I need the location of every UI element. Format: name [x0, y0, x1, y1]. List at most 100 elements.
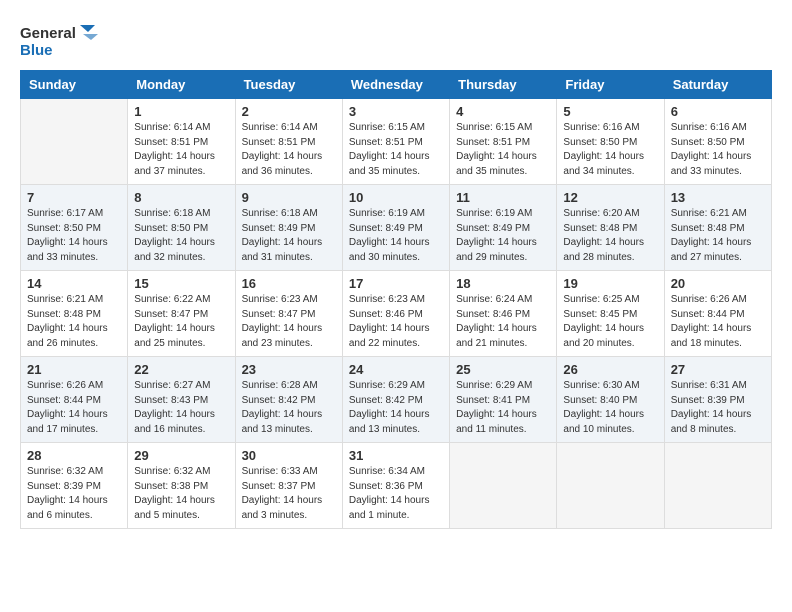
svg-text:General: General — [20, 25, 76, 42]
table-row: 19 Sunrise: 6:25 AMSunset: 8:45 PMDayligh… — [557, 271, 664, 357]
day-info: Sunrise: 6:14 AMSunset: 8:51 PMDaylight:… — [134, 121, 228, 179]
table-row: 29 Sunrise: 6:32 AMSunset: 8:38 PMDayligh… — [128, 443, 235, 529]
day-number: 13 — [671, 190, 765, 205]
day-info: Sunrise: 6:22 AMSunset: 8:47 PMDaylight:… — [134, 293, 228, 351]
day-number: 25 — [456, 362, 550, 377]
day-number: 24 — [349, 362, 443, 377]
table-row: 24 Sunrise: 6:29 AMSunset: 8:42 PMDayligh… — [342, 357, 449, 443]
day-info: Sunrise: 6:26 AMSunset: 8:44 PMDaylight:… — [27, 379, 121, 437]
day-info: Sunrise: 6:21 AMSunset: 8:48 PMDaylight:… — [27, 293, 121, 351]
calendar-table: SundayMondayTuesdayWednesdayThursdayFrid… — [20, 70, 772, 529]
day-number: 19 — [563, 276, 657, 291]
table-row: 1 Sunrise: 6:14 AMSunset: 8:51 PMDaylight… — [128, 99, 235, 185]
header: GeneralBlue — [20, 20, 772, 60]
table-row: 10 Sunrise: 6:19 AMSunset: 8:49 PMDayligh… — [342, 185, 449, 271]
table-row: 15 Sunrise: 6:22 AMSunset: 8:47 PMDayligh… — [128, 271, 235, 357]
day-number: 10 — [349, 190, 443, 205]
table-row: 23Sunrise: 6:28 AMSunset: 8:42 PMDayligh… — [235, 357, 342, 443]
day-number: 27 — [671, 362, 765, 377]
day-info: Sunrise: 6:26 AMSunset: 8:44 PMDaylight:… — [671, 293, 765, 351]
logo: GeneralBlue — [20, 20, 100, 60]
day-number: 29 — [134, 448, 228, 463]
table-row: 17Sunrise: 6:23 AMSunset: 8:46 PMDayligh… — [342, 271, 449, 357]
day-info: Sunrise: 6:30 AMSunset: 8:40 PMDaylight:… — [563, 379, 657, 437]
calendar-week-3: 14Sunrise: 6:21 AMSunset: 8:48 PMDayligh… — [21, 271, 772, 357]
day-info: Sunrise: 6:20 AMSunset: 8:48 PMDaylight:… — [563, 207, 657, 265]
table-row — [664, 443, 771, 529]
weekday-header-friday: Friday — [557, 71, 664, 99]
day-info: Sunrise: 6:21 AMSunset: 8:48 PMDaylight:… — [671, 207, 765, 265]
table-row — [450, 443, 557, 529]
day-number: 3 — [349, 104, 443, 119]
day-info: Sunrise: 6:16 AMSunset: 8:50 PMDaylight:… — [671, 121, 765, 179]
day-number: 12 — [563, 190, 657, 205]
table-row: 27 Sunrise: 6:31 AMSunset: 8:39 PMDayligh… — [664, 357, 771, 443]
weekday-header-sunday: Sunday — [21, 71, 128, 99]
day-number: 15 — [134, 276, 228, 291]
day-info: Sunrise: 6:29 AMSunset: 8:42 PMDaylight:… — [349, 379, 443, 437]
day-info: Sunrise: 6:18 AMSunset: 8:49 PMDaylight:… — [242, 207, 336, 265]
day-info: Sunrise: 6:32 AMSunset: 8:39 PMDaylight:… — [27, 465, 121, 523]
table-row: 30 Sunrise: 6:33 AMSunset: 8:37 PMDayligh… — [235, 443, 342, 529]
table-row: 3 Sunrise: 6:15 AMSunset: 8:51 PMDaylight… — [342, 99, 449, 185]
table-row: 8 Sunrise: 6:18 AMSunset: 8:50 PMDaylight… — [128, 185, 235, 271]
day-number: 11 — [456, 190, 550, 205]
weekday-header-saturday: Saturday — [664, 71, 771, 99]
day-info: Sunrise: 6:18 AMSunset: 8:50 PMDaylight:… — [134, 207, 228, 265]
table-row: 26Sunrise: 6:30 AMSunset: 8:40 PMDayligh… — [557, 357, 664, 443]
day-info: Sunrise: 6:17 AMSunset: 8:50 PMDaylight:… — [27, 207, 121, 265]
day-info: Sunrise: 6:25 AMSunset: 8:45 PMDaylight:… — [563, 293, 657, 351]
day-info: Sunrise: 6:33 AMSunset: 8:37 PMDaylight:… — [242, 465, 336, 523]
day-number: 21 — [27, 362, 121, 377]
day-info: Sunrise: 6:19 AMSunset: 8:49 PMDaylight:… — [349, 207, 443, 265]
table-row: 7 Sunrise: 6:17 AMSunset: 8:50 PMDaylight… — [21, 185, 128, 271]
logo-svg: GeneralBlue — [20, 20, 100, 60]
day-info: Sunrise: 6:23 AMSunset: 8:47 PMDaylight:… — [242, 293, 336, 351]
day-number: 30 — [242, 448, 336, 463]
table-row: 16 Sunrise: 6:23 AMSunset: 8:47 PMDayligh… — [235, 271, 342, 357]
table-row — [21, 99, 128, 185]
calendar-week-2: 7 Sunrise: 6:17 AMSunset: 8:50 PMDaylight… — [21, 185, 772, 271]
day-number: 8 — [134, 190, 228, 205]
day-info: Sunrise: 6:23 AMSunset: 8:46 PMDaylight:… — [349, 293, 443, 351]
day-info: Sunrise: 6:19 AMSunset: 8:49 PMDaylight:… — [456, 207, 550, 265]
day-number: 16 — [242, 276, 336, 291]
table-row: 14Sunrise: 6:21 AMSunset: 8:48 PMDayligh… — [21, 271, 128, 357]
day-info: Sunrise: 6:32 AMSunset: 8:38 PMDaylight:… — [134, 465, 228, 523]
day-info: Sunrise: 6:27 AMSunset: 8:43 PMDaylight:… — [134, 379, 228, 437]
day-info: Sunrise: 6:29 AMSunset: 8:41 PMDaylight:… — [456, 379, 550, 437]
day-info: Sunrise: 6:34 AMSunset: 8:36 PMDaylight:… — [349, 465, 443, 523]
day-number: 1 — [134, 104, 228, 119]
weekday-header-tuesday: Tuesday — [235, 71, 342, 99]
day-info: Sunrise: 6:15 AMSunset: 8:51 PMDaylight:… — [349, 121, 443, 179]
day-info: Sunrise: 6:14 AMSunset: 8:51 PMDaylight:… — [242, 121, 336, 179]
svg-text:Blue: Blue — [20, 42, 53, 59]
day-number: 18 — [456, 276, 550, 291]
day-number: 9 — [242, 190, 336, 205]
day-number: 31 — [349, 448, 443, 463]
table-row: 2Sunrise: 6:14 AMSunset: 8:51 PMDaylight… — [235, 99, 342, 185]
table-row: 28Sunrise: 6:32 AMSunset: 8:39 PMDayligh… — [21, 443, 128, 529]
table-row: 21 Sunrise: 6:26 AMSunset: 8:44 PMDayligh… — [21, 357, 128, 443]
calendar-week-4: 21 Sunrise: 6:26 AMSunset: 8:44 PMDayligh… — [21, 357, 772, 443]
calendar-week-1: 1 Sunrise: 6:14 AMSunset: 8:51 PMDaylight… — [21, 99, 772, 185]
table-row: 6 Sunrise: 6:16 AMSunset: 8:50 PMDaylight… — [664, 99, 771, 185]
table-row: 11 Sunrise: 6:19 AMSunset: 8:49 PMDayligh… — [450, 185, 557, 271]
table-row: 25 Sunrise: 6:29 AMSunset: 8:41 PMDayligh… — [450, 357, 557, 443]
table-row: 18Sunrise: 6:24 AMSunset: 8:46 PMDayligh… — [450, 271, 557, 357]
day-number: 5 — [563, 104, 657, 119]
weekday-header-wednesday: Wednesday — [342, 71, 449, 99]
table-row: 9 Sunrise: 6:18 AMSunset: 8:49 PMDaylight… — [235, 185, 342, 271]
day-number: 7 — [27, 190, 121, 205]
day-info: Sunrise: 6:31 AMSunset: 8:39 PMDaylight:… — [671, 379, 765, 437]
day-number: 6 — [671, 104, 765, 119]
weekday-header-thursday: Thursday — [450, 71, 557, 99]
table-row: 5Sunrise: 6:16 AMSunset: 8:50 PMDaylight… — [557, 99, 664, 185]
day-number: 23 — [242, 362, 336, 377]
table-row: 12 Sunrise: 6:20 AMSunset: 8:48 PMDayligh… — [557, 185, 664, 271]
day-number: 20 — [671, 276, 765, 291]
table-row: 31 Sunrise: 6:34 AMSunset: 8:36 PMDayligh… — [342, 443, 449, 529]
day-info: Sunrise: 6:15 AMSunset: 8:51 PMDaylight:… — [456, 121, 550, 179]
table-row: 13 Sunrise: 6:21 AMSunset: 8:48 PMDayligh… — [664, 185, 771, 271]
calendar-week-5: 28Sunrise: 6:32 AMSunset: 8:39 PMDayligh… — [21, 443, 772, 529]
